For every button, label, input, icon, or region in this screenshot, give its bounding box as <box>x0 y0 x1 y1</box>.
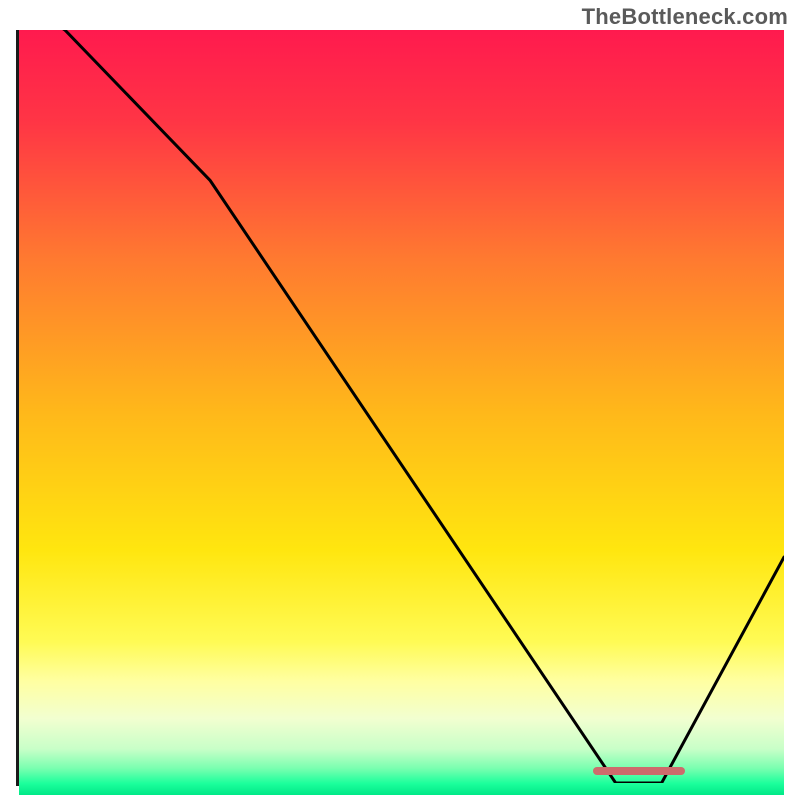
optimal-range-marker <box>593 767 685 775</box>
heatmap-background <box>19 30 784 795</box>
watermark-text: TheBottleneck.com <box>582 4 788 30</box>
chart-plot-area <box>16 30 784 786</box>
